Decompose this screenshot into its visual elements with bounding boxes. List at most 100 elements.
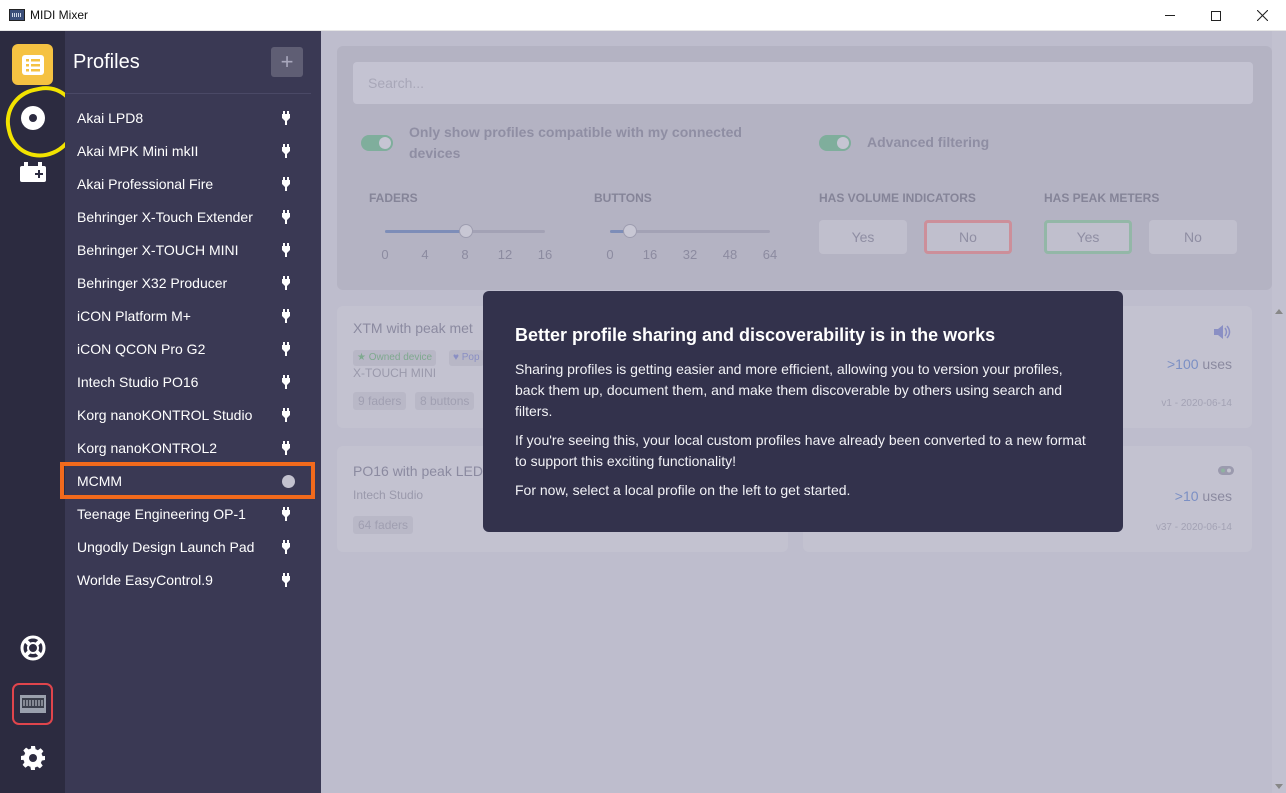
filter-panel: Search... Only show profiles compatible … bbox=[337, 46, 1272, 290]
profile-item[interactable]: Teenage Engineering OP-1 bbox=[65, 497, 311, 530]
buttons-tick: 48 bbox=[722, 247, 738, 262]
scroll-down-icon[interactable] bbox=[1275, 784, 1283, 789]
buttons-tick: 64 bbox=[762, 247, 778, 262]
scrollbar[interactable] bbox=[1272, 31, 1286, 793]
led-icon bbox=[1218, 466, 1234, 475]
profile-item-label: Intech Studio PO16 bbox=[77, 373, 199, 390]
speaker-icon bbox=[1214, 325, 1231, 339]
faders-slider-handle[interactable] bbox=[459, 224, 473, 238]
profile-item[interactable]: Korg nanoKONTROL Studio bbox=[65, 398, 311, 431]
advanced-filter-toggle[interactable] bbox=[819, 135, 851, 151]
profile-item[interactable]: Behringer X32 Producer bbox=[65, 266, 311, 299]
peak-no-button[interactable]: No bbox=[1149, 220, 1237, 254]
nav-profiles-button[interactable] bbox=[12, 44, 53, 85]
info-modal: Better profile sharing and discoverabili… bbox=[483, 291, 1123, 532]
device-add-icon bbox=[19, 161, 46, 182]
faders-tick: 4 bbox=[421, 247, 429, 262]
usage-count: >100 uses bbox=[1167, 356, 1232, 372]
profile-item[interactable]: iCON Platform M+ bbox=[65, 299, 311, 332]
close-icon bbox=[1256, 10, 1268, 21]
nav-help-button[interactable] bbox=[12, 627, 53, 668]
peak-meters-heading: HAS PEAK METERS bbox=[1044, 191, 1160, 205]
modal-title: Better profile sharing and discoverabili… bbox=[515, 325, 996, 345]
search-input[interactable]: Search... bbox=[353, 62, 1253, 104]
card-subtitle: Intech Studio bbox=[353, 488, 424, 502]
connected-device-button[interactable] bbox=[12, 683, 53, 725]
card-subtitle: X-TOUCH MINI bbox=[353, 366, 437, 380]
profile-item[interactable]: Korg nanoKONTROL2 bbox=[65, 431, 311, 464]
profile-item[interactable]: MCMM bbox=[60, 462, 315, 499]
modal-paragraph: Sharing profiles is getting easier and m… bbox=[515, 361, 1063, 419]
profile-item-label: MCMM bbox=[77, 472, 123, 489]
plug-icon bbox=[279, 176, 293, 192]
volume-yes-button[interactable]: Yes bbox=[819, 220, 907, 254]
compat-toggle[interactable] bbox=[361, 135, 393, 151]
profile-item-label: Korg nanoKONTROL Studio bbox=[77, 406, 253, 423]
list-icon bbox=[21, 54, 44, 75]
buttons-slider-handle[interactable] bbox=[623, 224, 637, 238]
profile-item[interactable]: Intech Studio PO16 bbox=[65, 365, 311, 398]
disc-icon bbox=[20, 105, 45, 130]
faders-tick: 8 bbox=[461, 247, 469, 262]
profile-item[interactable]: Worlde EasyControl.9 bbox=[65, 563, 311, 596]
plug-icon bbox=[279, 506, 293, 522]
nav-rail bbox=[0, 31, 85, 793]
nav-settings-button[interactable] bbox=[12, 737, 53, 778]
profile-item-label: Akai MPK Mini mkII bbox=[77, 142, 199, 159]
profile-item-label: iCON QCON Pro G2 bbox=[77, 340, 206, 357]
plug-icon bbox=[279, 572, 293, 588]
app-icon bbox=[9, 9, 25, 21]
profile-item[interactable]: Behringer X-Touch Extender bbox=[65, 200, 311, 233]
status-dot-icon bbox=[281, 473, 295, 489]
modal-paragraph: For now, select a local profile on the l… bbox=[515, 482, 851, 498]
usage-word: uses bbox=[1202, 356, 1232, 372]
profile-item[interactable]: Akai Professional Fire bbox=[65, 167, 311, 200]
lifebuoy-icon bbox=[20, 635, 45, 660]
profile-item-label: Korg nanoKONTROL2 bbox=[77, 439, 218, 456]
profile-item-label: iCON Platform M+ bbox=[77, 307, 191, 324]
profile-item-label: Ungodly Design Launch Pad bbox=[77, 538, 255, 555]
add-profile-button[interactable]: + bbox=[271, 47, 303, 77]
nav-mixer-button[interactable] bbox=[12, 97, 53, 138]
plug-icon bbox=[279, 341, 293, 357]
scroll-up-icon[interactable] bbox=[1275, 309, 1283, 314]
profile-item-label: Akai Professional Fire bbox=[77, 175, 214, 192]
volume-no-button[interactable]: No bbox=[924, 220, 1012, 254]
buttons-heading: BUTTONS bbox=[594, 191, 652, 205]
usage-number: >10 bbox=[1174, 488, 1199, 504]
profile-item-label: Teenage Engineering OP-1 bbox=[77, 505, 246, 522]
faders-chip: 64 faders bbox=[353, 516, 414, 534]
plug-icon bbox=[279, 539, 293, 555]
close-button[interactable] bbox=[1239, 0, 1285, 31]
maximize-icon bbox=[1211, 10, 1221, 21]
maximize-button[interactable] bbox=[1193, 0, 1239, 31]
window-title: MIDI Mixer bbox=[30, 8, 88, 22]
minimize-button[interactable] bbox=[1147, 0, 1193, 31]
faders-slider-fill bbox=[385, 230, 465, 233]
card-title: PO16 with peak LED bbox=[353, 463, 483, 479]
plug-icon bbox=[279, 110, 293, 126]
gear-icon bbox=[20, 745, 45, 770]
profile-item[interactable]: Akai MPK Mini mkII bbox=[65, 134, 311, 167]
peak-yes-button[interactable]: Yes bbox=[1044, 220, 1132, 254]
popular-tag-label: Pop bbox=[461, 352, 480, 363]
usage-word: uses bbox=[1202, 488, 1232, 504]
profile-item-label: Behringer X32 Producer bbox=[77, 274, 228, 291]
profile-item[interactable]: iCON QCON Pro G2 bbox=[65, 332, 311, 365]
owned-device-tag-label: Owned device bbox=[368, 352, 433, 363]
card-title: XTM with peak met bbox=[353, 320, 473, 336]
profile-item[interactable]: Ungodly Design Launch Pad bbox=[65, 530, 311, 563]
profile-item[interactable]: Akai LPD8 bbox=[65, 101, 311, 134]
profile-item-label: Akai LPD8 bbox=[77, 109, 144, 126]
buttons-tick: 0 bbox=[606, 247, 614, 262]
faders-tick: 16 bbox=[537, 247, 553, 262]
profiles-sidebar: Profiles + Akai LPD8 Akai MPK Mini mkII Ak… bbox=[60, 31, 321, 793]
usage-number: >100 bbox=[1166, 356, 1199, 372]
profile-item[interactable]: Behringer X-TOUCH MINI bbox=[65, 233, 311, 266]
modal-paragraph: If you're seeing this, your local custom… bbox=[515, 432, 1086, 469]
plug-icon bbox=[279, 407, 293, 423]
version-label: v37 - 2020-06-14 bbox=[1155, 522, 1232, 533]
nav-devices-button[interactable] bbox=[12, 151, 53, 192]
compat-toggle-label: Only show profiles compatible with my co… bbox=[409, 124, 742, 161]
owned-device-tag: ★ Owned device bbox=[353, 350, 437, 366]
